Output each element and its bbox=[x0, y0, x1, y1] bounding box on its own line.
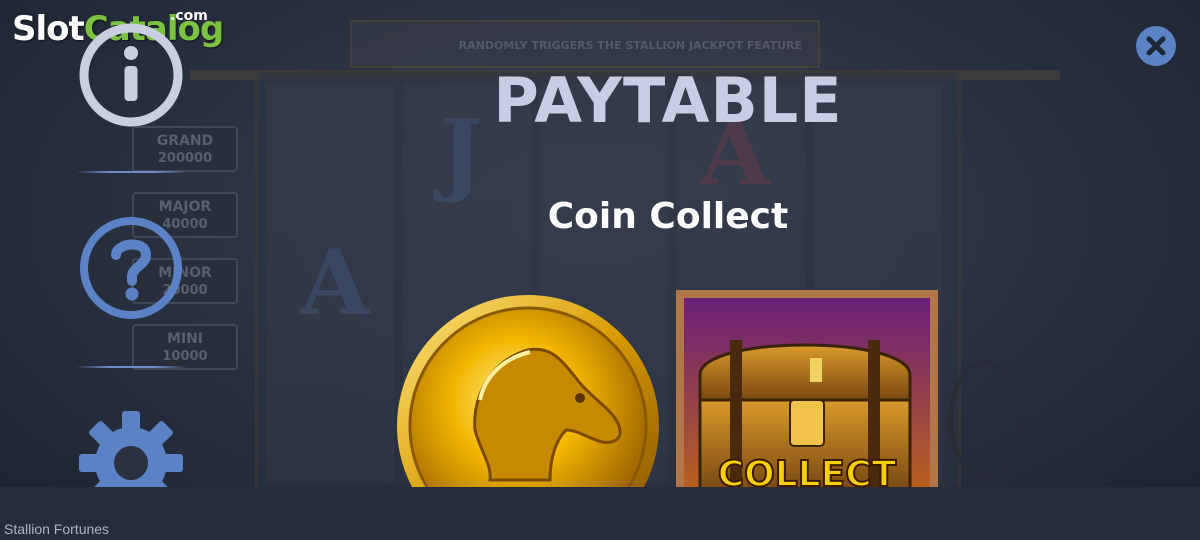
background-symbol-a: A bbox=[300, 230, 370, 336]
background-banner: RANDOMLY TRIGGERS THE STALLION JACKPOT F… bbox=[350, 20, 820, 68]
game-name: Stallion Fortunes bbox=[4, 521, 110, 537]
close-icon bbox=[1146, 36, 1166, 56]
background-jackpot-mini: MINI 10000 bbox=[132, 324, 238, 370]
horse-coin-icon bbox=[397, 295, 659, 487]
paytable-symbols: COLLECT bbox=[380, 280, 960, 487]
bottom-bar bbox=[0, 487, 1200, 540]
menu-divider bbox=[76, 171, 188, 173]
section-title: Coin Collect bbox=[547, 196, 789, 237]
treasure-chest-icon: COLLECT bbox=[676, 290, 938, 487]
collect-label: COLLECT bbox=[718, 454, 897, 487]
close-button[interactable] bbox=[1136, 26, 1176, 66]
paytable-title: PAYTABLE bbox=[493, 64, 843, 137]
menu-divider bbox=[76, 366, 188, 368]
